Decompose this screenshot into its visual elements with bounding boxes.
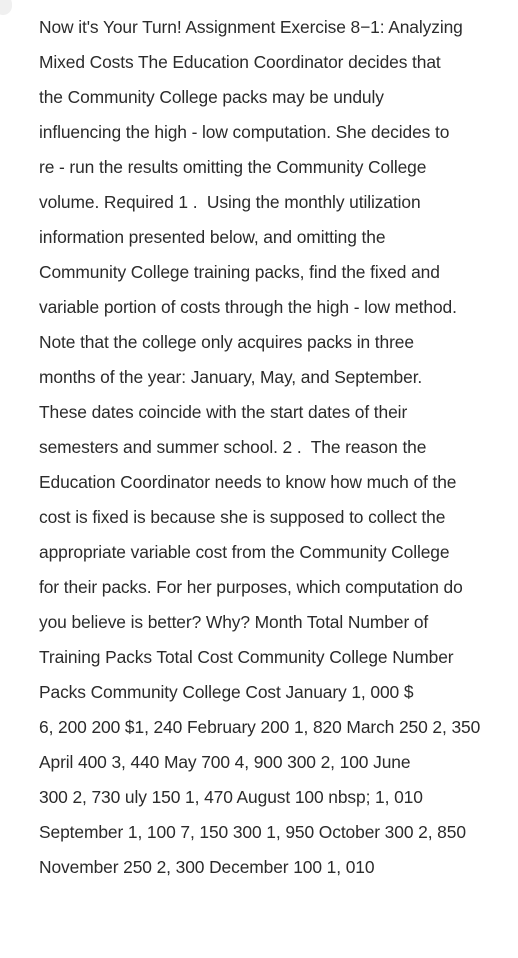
text-line: 6, 200 200 $1, 240 February 200 1, 820 M…: [39, 717, 481, 737]
text-line: Training Packs Total Cost Community Coll…: [39, 647, 454, 667]
text-line: appropriate variable cost from the Commu…: [39, 542, 450, 562]
text-line: September 1, 100 7, 150 300 1, 950 Octob…: [39, 822, 466, 842]
text-line: information presented below, and omittin…: [39, 227, 386, 247]
document-text-body: Now it's Your Turn! Assignment Exercise …: [39, 10, 481, 885]
corner-marker-icon: [0, 0, 12, 15]
text-line: you believe is better? Why? Month Total …: [39, 612, 429, 632]
text-line: 300 2, 730 uly 150 1, 470 August 100 nbs…: [39, 787, 423, 807]
text-line: re - run the results omitting the Commun…: [39, 157, 427, 177]
text-line: April 400 3, 440 May 700 4, 900 300 2, 1…: [39, 752, 411, 772]
text-line: Now it's Your Turn! Assignment Exercise …: [39, 17, 463, 37]
text-line: variable portion of costs through the hi…: [39, 297, 457, 317]
text-line: These dates coincide with the start date…: [39, 402, 408, 422]
text-line: months of the year: January, May, and Se…: [39, 367, 423, 387]
text-line: volume. Required 1 . Using the monthly u…: [39, 192, 421, 212]
text-line: Mixed Costs The Education Coordinator de…: [39, 52, 441, 72]
text-line: for their packs. For her purposes, which…: [39, 577, 463, 597]
text-line: Packs Community College Cost January 1, …: [39, 682, 414, 702]
text-line: influencing the high - low computation. …: [39, 122, 450, 142]
text-line: semesters and summer school. 2 . The rea…: [39, 437, 427, 457]
text-line: Community College training packs, find t…: [39, 262, 440, 282]
text-line: Education Coordinator needs to know how …: [39, 472, 457, 492]
text-line: the Community College packs may be undul…: [39, 87, 384, 107]
text-line: Note that the college only acquires pack…: [39, 332, 414, 352]
text-line: November 250 2, 300 December 100 1, 010: [39, 857, 375, 877]
text-line: cost is fixed is because she is supposed…: [39, 507, 446, 527]
